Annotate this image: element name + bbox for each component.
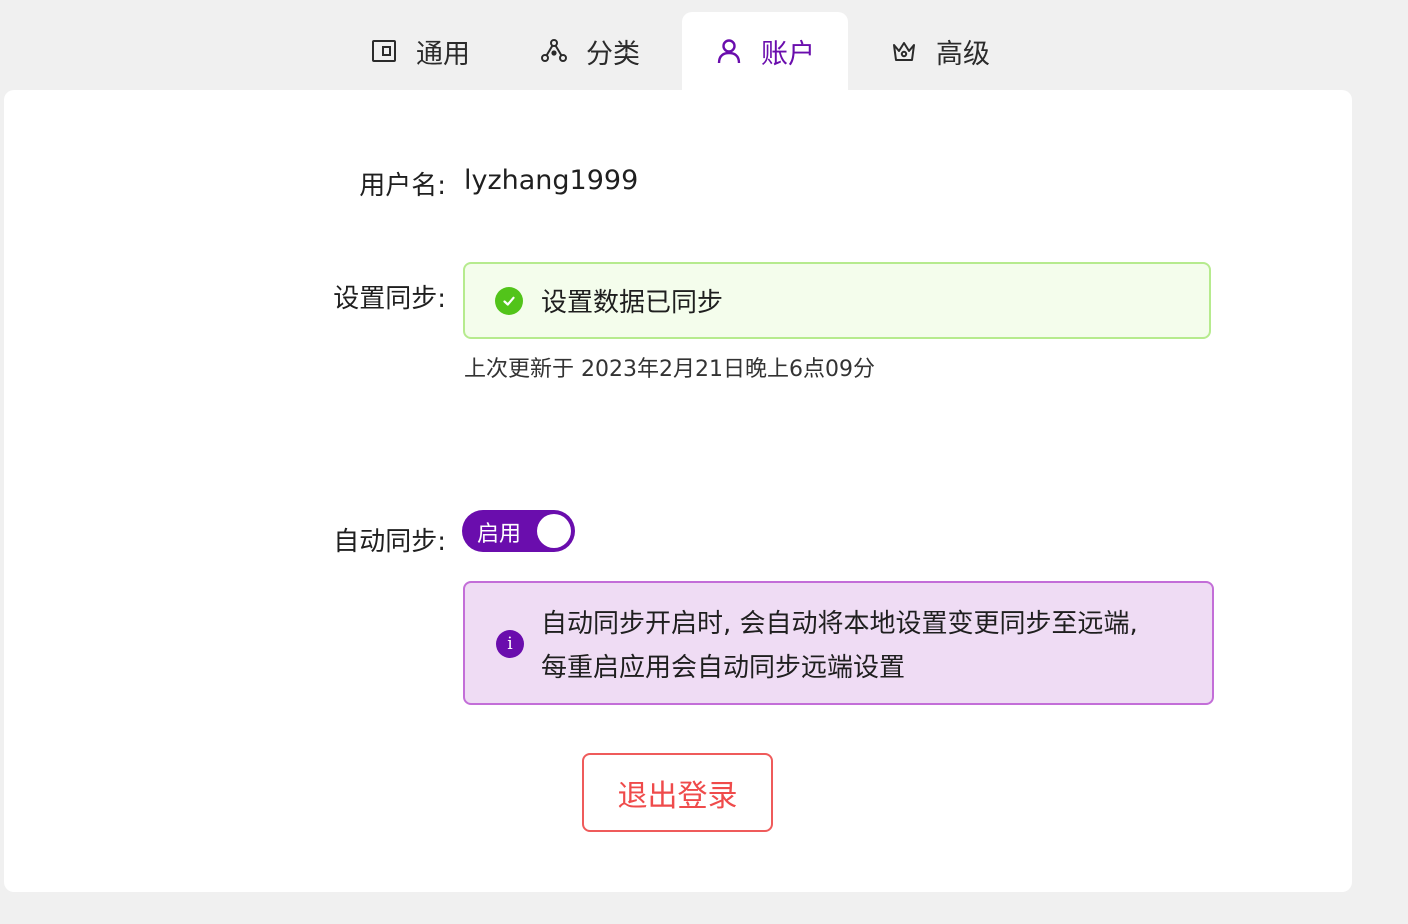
tab-category-label: 分类: [586, 38, 640, 70]
auto-sync-toggle-label: 启用: [477, 522, 522, 547]
crown-icon: [890, 37, 918, 65]
wallet-icon: [370, 37, 398, 65]
nodes-icon: [540, 37, 568, 65]
username-label: 用户名:: [359, 171, 446, 201]
tab-account[interactable]: 账户: [682, 12, 848, 90]
settings-sync-label: 设置同步:: [333, 284, 446, 314]
tab-account-label: 账户: [761, 38, 815, 70]
auto-sync-toggle[interactable]: 启用: [462, 510, 575, 552]
auto-sync-info-line2: 每重启应用会自动同步远端设置: [541, 653, 906, 683]
sync-success-alert: 设置数据已同步: [463, 262, 1211, 339]
info-icon: i: [496, 630, 524, 658]
tab-advanced-label: 高级: [936, 38, 990, 70]
tab-category[interactable]: 分类: [520, 12, 660, 90]
tab-general[interactable]: 通用: [350, 12, 490, 90]
auto-sync-info-line1: 自动同步开启时, 会自动将本地设置变更同步至远端,: [541, 609, 1138, 639]
auto-sync-label: 自动同步:: [333, 527, 446, 557]
user-icon: [715, 37, 743, 65]
toggle-knob: [537, 514, 571, 548]
last-update-text: 上次更新于 2023年2月21日晚上6点09分: [464, 357, 875, 382]
sync-status-text: 设置数据已同步: [541, 288, 724, 318]
username-value: lyzhang1999: [464, 165, 639, 196]
auto-sync-info-alert: i 自动同步开启时, 会自动将本地设置变更同步至远端, 每重启应用会自动同步远端…: [463, 581, 1214, 705]
check-circle-icon: [495, 286, 523, 315]
settings-tab-bar: 通用 分类 账户 高级: [0, 0, 1408, 90]
tab-general-label: 通用: [416, 38, 470, 70]
logout-button[interactable]: 退出登录: [582, 753, 773, 832]
tab-advanced[interactable]: 高级: [870, 12, 1010, 90]
